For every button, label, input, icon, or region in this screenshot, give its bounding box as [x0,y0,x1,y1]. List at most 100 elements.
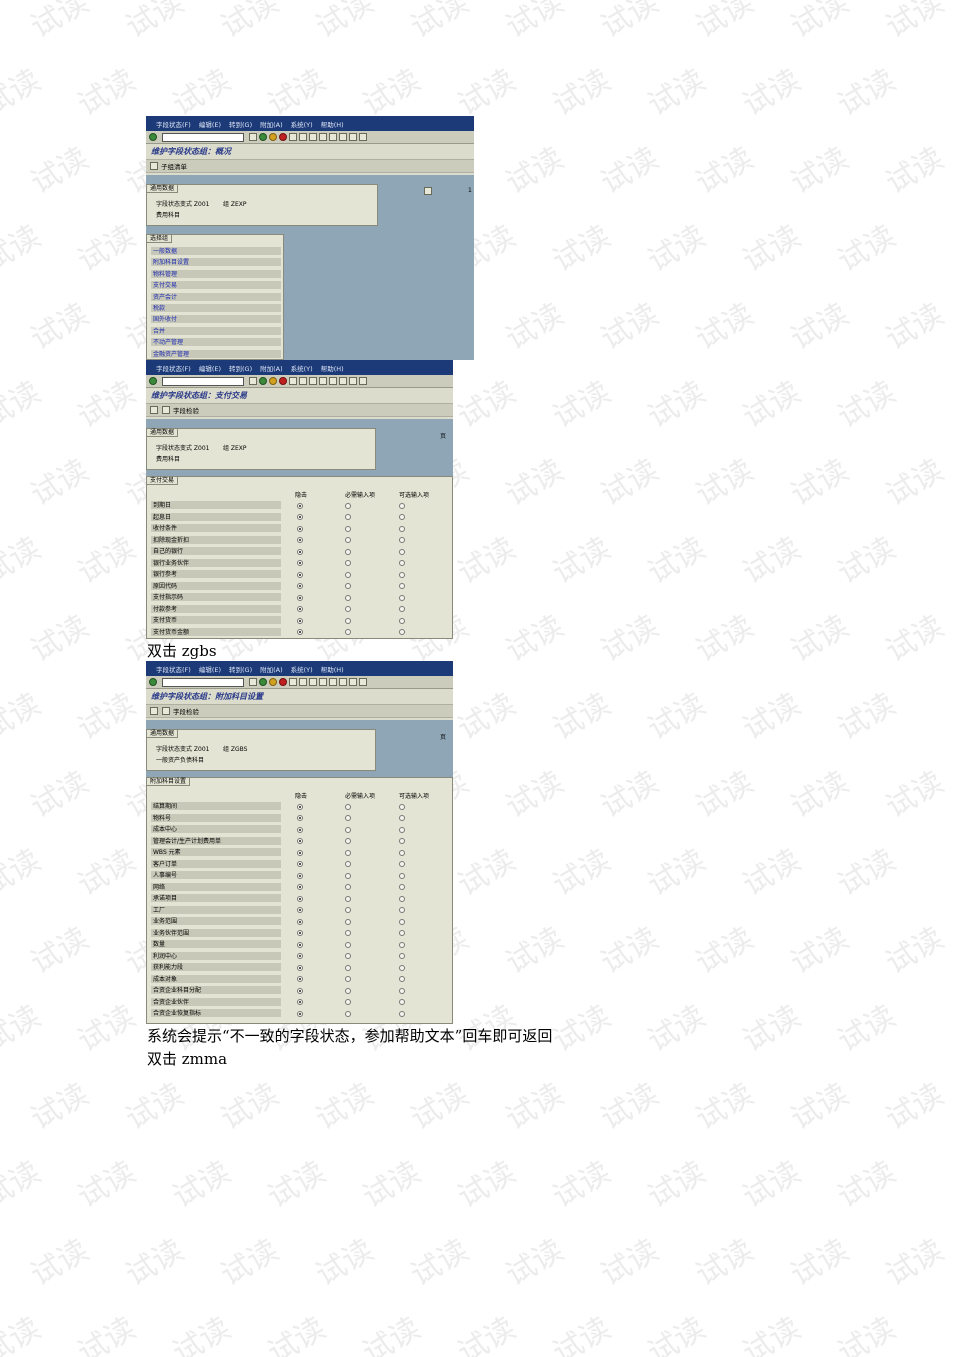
find-icon[interactable] [299,678,307,686]
required-radio[interactable] [345,953,351,959]
required-radio[interactable] [345,907,351,913]
last-page-icon[interactable] [339,377,347,385]
optional-radio[interactable] [399,560,405,566]
menu-item[interactable]: 编辑(E) [199,119,221,129]
required-radio[interactable] [345,941,351,948]
required-radio[interactable] [345,502,351,509]
suppress-radio[interactable] [297,803,303,810]
exit-icon[interactable] [269,678,277,686]
required-radio[interactable] [345,803,351,810]
suppress-radio[interactable] [297,502,303,509]
required-radio[interactable] [345,999,351,1005]
suppress-radio[interactable] [297,629,303,635]
page-icon[interactable] [424,187,432,195]
save-icon[interactable] [150,707,158,715]
back-icon[interactable] [259,133,267,141]
required-radio[interactable] [345,964,351,971]
save-icon[interactable] [150,406,158,414]
exit-icon[interactable] [269,377,277,385]
cancel-icon[interactable] [279,678,287,686]
back-icon[interactable] [259,377,267,385]
suppress-radio[interactable] [297,964,303,971]
optional-radio[interactable] [399,514,405,520]
required-radio[interactable] [345,514,351,520]
select-group-item[interactable]: 支付交易 [151,281,281,291]
required-radio[interactable] [345,617,351,624]
menu-item[interactable]: 附加(A) [260,119,283,129]
suppress-radio[interactable] [297,594,303,601]
optional-radio[interactable] [399,606,405,612]
select-group-item[interactable]: 合并 [151,326,281,336]
suppress-radio[interactable] [297,583,303,589]
required-radio[interactable] [345,583,351,589]
optional-radio[interactable] [399,548,405,555]
command-field[interactable] [162,376,244,386]
required-radio[interactable] [345,815,351,821]
suppress-radio[interactable] [297,1010,303,1017]
optional-radio[interactable] [399,537,405,543]
save-icon[interactable] [249,377,257,385]
suppress-radio[interactable] [297,884,303,890]
suppress-radio[interactable] [297,606,303,612]
optional-radio[interactable] [399,815,405,821]
next-page-icon[interactable] [329,133,337,141]
cancel-icon[interactable] [279,133,287,141]
select-group-item[interactable]: 附加科目设置 [151,258,281,268]
required-radio[interactable] [345,895,351,902]
optional-radio[interactable] [399,918,405,925]
suppress-radio[interactable] [297,895,303,902]
required-radio[interactable] [345,930,351,936]
suppress-radio[interactable] [297,560,303,566]
required-radio[interactable] [345,826,351,833]
suppress-radio[interactable] [297,849,303,856]
menu-item[interactable]: 转到(G) [229,664,252,674]
find-icon[interactable] [299,377,307,385]
suppress-radio[interactable] [297,953,303,959]
required-radio[interactable] [345,571,351,578]
required-radio[interactable] [345,606,351,612]
prev-page-icon[interactable] [319,133,327,141]
optional-radio[interactable] [399,884,405,890]
select-group-item[interactable]: 金融资产管理 [151,349,281,359]
prev-page-icon[interactable] [319,678,327,686]
required-radio[interactable] [345,1010,351,1017]
first-page-icon[interactable] [309,133,317,141]
optional-radio[interactable] [399,803,405,810]
prev-page-icon[interactable] [319,377,327,385]
last-page-icon[interactable] [339,678,347,686]
menu-item[interactable]: 帮助(H) [321,363,344,373]
optional-radio[interactable] [399,583,405,589]
save-icon[interactable] [249,678,257,686]
optional-radio[interactable] [399,1010,405,1017]
required-radio[interactable] [345,560,351,566]
select-group-item[interactable]: 资产会计 [151,292,281,302]
optional-radio[interactable] [399,629,405,635]
next-page-icon[interactable] [329,377,337,385]
required-radio[interactable] [345,629,351,635]
select-group-item[interactable]: 国外收付 [151,315,281,325]
suppress-radio[interactable] [297,617,303,624]
optional-radio[interactable] [399,594,405,601]
menu-item[interactable]: 编辑(E) [199,664,221,674]
optional-radio[interactable] [399,941,405,948]
first-page-icon[interactable] [309,377,317,385]
command-field[interactable] [162,677,244,687]
optional-radio[interactable] [399,964,405,971]
optional-radio[interactable] [399,907,405,913]
help-icon[interactable] [359,133,367,141]
optional-radio[interactable] [399,872,405,879]
optional-radio[interactable] [399,838,405,844]
optional-radio[interactable] [399,930,405,936]
optional-radio[interactable] [399,999,405,1005]
help-icon[interactable] [359,377,367,385]
suppress-radio[interactable] [297,525,303,532]
enter-icon[interactable] [149,133,157,141]
enter-icon[interactable] [149,678,157,686]
menu-item[interactable]: 编辑(E) [199,363,221,373]
select-group-item[interactable]: 一般数据 [151,247,281,256]
required-radio[interactable] [345,884,351,890]
suppress-radio[interactable] [297,861,303,867]
required-radio[interactable] [345,838,351,844]
required-radio[interactable] [345,987,351,994]
menu-item[interactable]: 附加(A) [260,363,283,373]
